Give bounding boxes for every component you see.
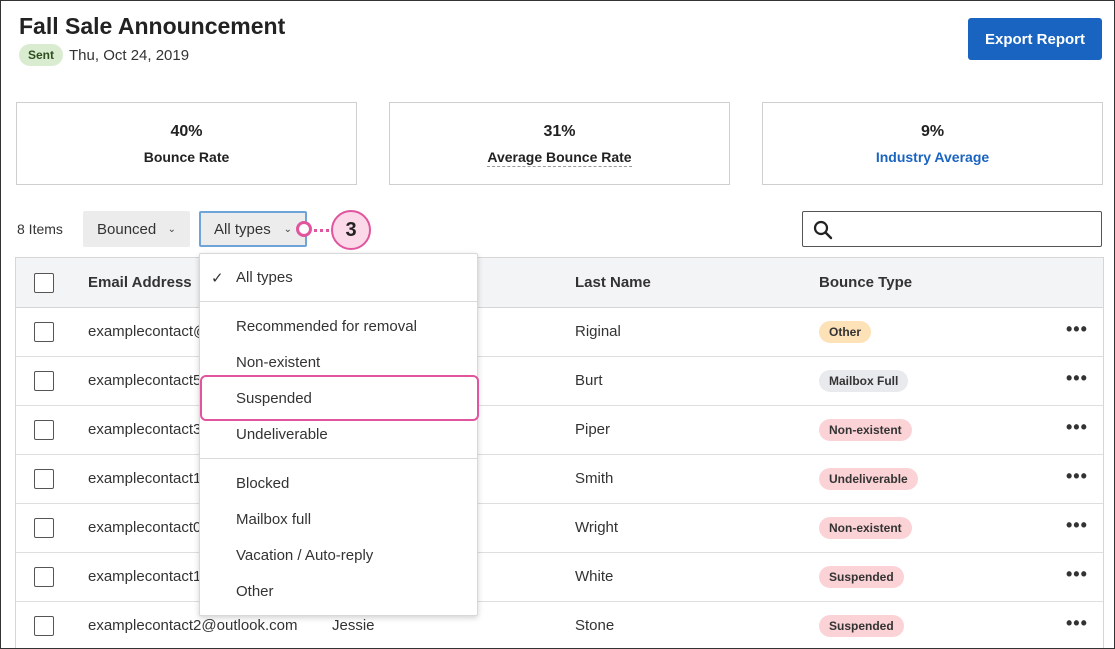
more-options-icon[interactable]: ••• bbox=[1066, 368, 1088, 389]
menu-item-mailbox-full[interactable]: Mailbox full bbox=[236, 511, 311, 528]
stat-value: 40% bbox=[170, 123, 203, 140]
row-checkbox[interactable] bbox=[34, 567, 54, 587]
status-row: Sent Thu, Oct 24, 2019 bbox=[19, 44, 189, 66]
search-icon bbox=[813, 220, 833, 240]
status-filter-dropdown[interactable]: Bounced ⌄ bbox=[83, 211, 190, 247]
row-checkbox[interactable] bbox=[34, 616, 54, 636]
stat-value: 9% bbox=[920, 123, 945, 140]
export-report-button[interactable]: Export Report bbox=[968, 18, 1102, 60]
menu-item-recommended-for-removal[interactable]: Recommended for removal bbox=[236, 318, 417, 335]
bounce-type-badge: Suspended bbox=[819, 615, 904, 637]
column-bounce-type[interactable]: Bounce Type bbox=[819, 274, 912, 291]
first-name-cell: Jessie bbox=[332, 617, 375, 634]
step-callout-badge: 3 bbox=[331, 210, 371, 250]
more-options-icon[interactable]: ••• bbox=[1066, 613, 1088, 634]
email-cell: examplecontact1 bbox=[88, 470, 202, 487]
table-row[interactable]: examplecontact2@outlook.com Jessie Stone… bbox=[16, 602, 1103, 648]
row-checkbox[interactable] bbox=[34, 322, 54, 342]
table-row[interactable]: examplecontact3 Piper Non-existent ••• bbox=[16, 406, 1103, 455]
stat-label-tooltip[interactable]: Average Bounce Rate bbox=[487, 149, 632, 167]
stat-value: 31% bbox=[543, 123, 576, 140]
email-cell: examplecontact5 bbox=[88, 372, 202, 389]
menu-item-non-existent[interactable]: Non-existent bbox=[236, 354, 320, 371]
last-name-cell: White bbox=[575, 568, 614, 585]
bounce-type-filter-label: All types bbox=[214, 220, 271, 238]
last-name-cell: Riginal bbox=[575, 323, 621, 340]
more-options-icon[interactable]: ••• bbox=[1066, 417, 1088, 438]
more-options-icon[interactable]: ••• bbox=[1066, 466, 1088, 487]
email-cell: examplecontact@ bbox=[88, 323, 209, 340]
stat-label: Bounce Rate bbox=[143, 149, 230, 165]
status-filter-label: Bounced bbox=[97, 220, 157, 238]
row-checkbox[interactable] bbox=[34, 420, 54, 440]
table-row[interactable]: examplecontact1 White Suspended ••• bbox=[16, 553, 1103, 602]
menu-divider bbox=[200, 458, 477, 459]
last-name-cell: Piper bbox=[575, 421, 611, 438]
chevron-down-icon: ⌄ bbox=[167, 223, 176, 235]
bounce-type-badge: Non-existent bbox=[819, 419, 912, 441]
bounce-type-badge: Non-existent bbox=[819, 517, 912, 539]
email-cell: examplecontact3 bbox=[88, 421, 202, 438]
last-name-cell: Wright bbox=[575, 519, 619, 536]
bounce-type-badge: Other bbox=[819, 321, 872, 343]
bounce-type-filter-dropdown[interactable]: All types ⌄ bbox=[199, 211, 307, 247]
menu-item-vacation-auto-reply[interactable]: Vacation / Auto-reply bbox=[236, 547, 373, 564]
bounce-type-menu: ✓ All types Recommended for removal Non-… bbox=[199, 253, 479, 616]
table-row[interactable]: examplecontact0 Wright Non-existent ••• bbox=[16, 504, 1103, 553]
stat-card-average-bounce-rate: 31% Average Bounce Rate bbox=[389, 102, 730, 185]
table-row[interactable]: examplecontact@ Riginal Other ••• bbox=[16, 308, 1103, 357]
menu-item-other[interactable]: Other bbox=[236, 583, 274, 600]
bounce-type-badge: Undeliverable bbox=[819, 468, 918, 490]
bounce-type-badge: Mailbox Full bbox=[819, 370, 909, 392]
sent-date: Thu, Oct 24, 2019 bbox=[69, 46, 190, 64]
table-row[interactable]: examplecontact5 Burt Mailbox Full ••• bbox=[16, 357, 1103, 406]
menu-item-suspended[interactable]: Suspended bbox=[236, 390, 312, 407]
items-count: 8 Items bbox=[17, 221, 63, 237]
more-options-icon[interactable]: ••• bbox=[1066, 319, 1088, 340]
more-options-icon[interactable]: ••• bbox=[1066, 515, 1088, 536]
callout-dot bbox=[296, 221, 312, 237]
menu-divider bbox=[200, 301, 477, 302]
bounce-type-badge: Suspended bbox=[819, 566, 904, 588]
table-header: Email Address Last Name Bounce Type bbox=[16, 258, 1103, 308]
search-input[interactable] bbox=[802, 211, 1102, 247]
page-title: Fall Sale Announcement bbox=[19, 13, 286, 39]
menu-item-blocked[interactable]: Blocked bbox=[236, 475, 289, 492]
row-checkbox[interactable] bbox=[34, 469, 54, 489]
email-cell: examplecontact2@outlook.com bbox=[88, 617, 298, 634]
row-checkbox[interactable] bbox=[34, 371, 54, 391]
menu-item-all-types[interactable]: All types bbox=[236, 269, 293, 286]
select-all-checkbox[interactable] bbox=[34, 273, 54, 293]
stat-card-bounce-rate: 40% Bounce Rate bbox=[16, 102, 357, 185]
menu-item-undeliverable[interactable]: Undeliverable bbox=[236, 426, 328, 443]
last-name-cell: Smith bbox=[575, 470, 614, 487]
table-row[interactable]: examplecontact1 Smith Undeliverable ••• bbox=[16, 455, 1103, 504]
column-email[interactable]: Email Address bbox=[88, 274, 192, 291]
row-checkbox[interactable] bbox=[34, 518, 54, 538]
industry-average-link[interactable]: Industry Average bbox=[763, 149, 1102, 165]
last-name-cell: Stone bbox=[575, 617, 615, 634]
contacts-table: Email Address Last Name Bounce Type exam… bbox=[15, 257, 1104, 648]
more-options-icon[interactable]: ••• bbox=[1066, 564, 1088, 585]
last-name-cell: Burt bbox=[575, 372, 603, 389]
email-cell: examplecontact1 bbox=[88, 568, 202, 585]
checkmark-icon: ✓ bbox=[211, 270, 224, 287]
status-badge: Sent bbox=[19, 44, 64, 66]
chevron-down-icon: ⌄ bbox=[283, 223, 292, 235]
app-window: Fall Sale Announcement Sent Thu, Oct 24,… bbox=[0, 0, 1115, 649]
column-last-name[interactable]: Last Name bbox=[575, 274, 651, 291]
stat-card-industry-average: 9% Industry Average bbox=[762, 102, 1103, 185]
email-cell: examplecontact0 bbox=[88, 519, 202, 536]
